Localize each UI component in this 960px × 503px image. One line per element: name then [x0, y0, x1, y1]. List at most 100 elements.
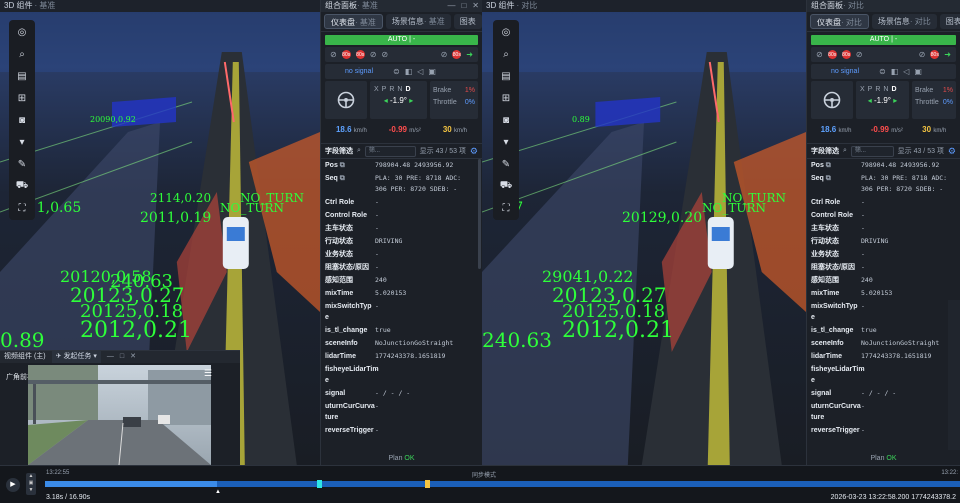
- left-panel-title: 组合面板: [325, 1, 357, 10]
- timeline-progress: [45, 481, 218, 487]
- field-key: Control Role: [811, 212, 853, 219]
- gear-selector: XPRND: [860, 86, 905, 93]
- marker-cyan[interactable]: [317, 480, 322, 488]
- field-row: 阻塞状态/原因 -: [811, 261, 956, 274]
- copy-icon[interactable]: ⧉: [824, 162, 831, 169]
- frame-icon[interactable]: ⛶: [13, 200, 31, 216]
- scrollbar[interactable]: [478, 159, 481, 269]
- document-icon[interactable]: ▤: [13, 68, 31, 84]
- tab-dashboard[interactable]: 仪表盘· 基准: [324, 14, 383, 29]
- field-value: -: [861, 263, 865, 271]
- field-key: 行动状态: [325, 238, 353, 245]
- playhead-icon[interactable]: ▲: [215, 489, 221, 495]
- speed-unit: km/h: [838, 127, 852, 134]
- cup-icon[interactable]: ▾: [13, 134, 31, 150]
- foglight-icon: ◧: [404, 67, 413, 76]
- field-value: true: [375, 326, 391, 334]
- copy-icon[interactable]: ⧉: [338, 175, 345, 182]
- filter-search-input[interactable]: 筛...: [850, 145, 894, 157]
- timeline-start: 13:22:55: [46, 470, 70, 476]
- settings-icon[interactable]: ⚙: [948, 146, 956, 157]
- side-dock[interactable]: [948, 300, 960, 450]
- filter-search-input[interactable]: 筛...: [364, 145, 416, 157]
- scene-label: 240.63: [110, 271, 173, 292]
- timeline-track[interactable]: ▲: [45, 480, 960, 495]
- copy-icon[interactable]: ⧉: [338, 162, 345, 169]
- left-view-header: 3D 组件 · 基准: [0, 0, 320, 12]
- minimize-icon[interactable]: —: [447, 0, 455, 12]
- ruler-icon[interactable]: ✎: [13, 156, 31, 172]
- field-row: fisheyeLidarTim e-: [811, 363, 956, 387]
- copy-icon[interactable]: ⧉: [824, 175, 831, 182]
- field-value: -: [861, 250, 865, 258]
- hazard-icon: ▣: [914, 67, 922, 76]
- play-button[interactable]: ▶: [6, 478, 20, 492]
- field-key: 感知范围: [811, 277, 839, 284]
- tab-scene-info-sub: · 基准: [423, 17, 445, 26]
- grid-icon[interactable]: ⊞: [13, 90, 31, 106]
- camera-icon[interactable]: ◙: [497, 112, 515, 128]
- sync-mode[interactable]: 同步模式: [472, 470, 496, 479]
- field-row: Seq ⧉ PLA: 30 PRE: 8718 ADC: 306 PER: 872…: [325, 172, 478, 196]
- settings-icon[interactable]: ⚙: [470, 146, 478, 157]
- search-icon[interactable]: ⌕: [13, 46, 31, 62]
- foglight-icon: ◧: [890, 67, 899, 76]
- speed-unit: km/h: [353, 127, 367, 134]
- limit-unit: km/h: [933, 127, 947, 134]
- scene-label: 0.89: [0, 328, 45, 352]
- left-view-title: 3D 组件: [4, 1, 33, 10]
- maximize-icon[interactable]: □: [461, 0, 466, 12]
- camera-icon[interactable]: ◙: [13, 112, 31, 128]
- target-icon[interactable]: ◎: [13, 24, 31, 40]
- vehicle-state: XPRND ◂ -1.9° ▸ Brake 1% Throttle 0%: [811, 81, 956, 119]
- accel-value: -0.99 m/s²: [389, 125, 421, 134]
- plan-status: Plan OK: [321, 455, 482, 462]
- cup-icon[interactable]: ▾: [497, 134, 515, 150]
- tab-dashboard[interactable]: 仪表盘· 对比: [810, 14, 869, 29]
- traffic-light-row: ⊘ 80s 80s ⊘ ⊘ ⊘ 80s ➜: [325, 47, 478, 62]
- maximize-icon[interactable]: □: [120, 351, 124, 363]
- blue-object: [595, 97, 661, 127]
- field-key: Seq ⧉: [811, 175, 831, 182]
- marker-yellow[interactable]: [425, 480, 430, 488]
- minimize-icon[interactable]: —: [107, 351, 114, 363]
- tab-scene-info[interactable]: 场景信息· 基准: [385, 14, 451, 29]
- close-icon[interactable]: ✕: [472, 0, 479, 12]
- document-icon[interactable]: ▤: [497, 68, 515, 84]
- scene-label: 29041,0.22: [542, 267, 634, 286]
- brake-label: Brake: [915, 87, 934, 94]
- field-row: lidarTime 1774243378.1651819: [811, 350, 956, 363]
- field-row: Ctrl Role -: [325, 196, 478, 209]
- tab-chart[interactable]: 图表: [939, 14, 960, 29]
- field-key: 阻塞状态/原因: [811, 264, 855, 271]
- field-key: 业务状态: [811, 251, 839, 258]
- menu-icon[interactable]: ☰: [204, 368, 212, 379]
- grid-icon[interactable]: ⊞: [497, 90, 515, 106]
- scene-label: 20125,0.18: [80, 301, 183, 322]
- field-value: -: [861, 302, 865, 310]
- car-icon[interactable]: ⛟: [497, 178, 515, 194]
- gear-box: XPRND ◂ -1.9° ▸: [370, 81, 427, 119]
- field-row: sceneInfo NoJunctionGoStraight: [325, 337, 478, 350]
- field-key: signal: [811, 390, 832, 397]
- close-icon[interactable]: ✕: [130, 351, 136, 363]
- vehicle-state: XPRND ◂ -1.9° ▸ Brake 1% Throttle 0%: [325, 81, 478, 119]
- field-row: mixSwitchTyp e-: [811, 300, 956, 324]
- car-icon[interactable]: ⛟: [13, 178, 31, 194]
- filter-title: 字段筛选: [811, 148, 839, 155]
- speed-control[interactable]: ▲ ▣ ▼: [26, 473, 36, 495]
- frame-icon[interactable]: ⛶: [497, 200, 515, 216]
- target-icon[interactable]: ◎: [497, 24, 515, 40]
- tab-scene-info[interactable]: 场景信息· 对比: [871, 14, 937, 29]
- field-row: reverseTrigger -: [325, 424, 478, 437]
- tab-chart[interactable]: 图表: [453, 14, 482, 29]
- field-key: Ctrl Role: [811, 199, 841, 206]
- throttle-label: Throttle: [433, 99, 457, 106]
- right-3d-scene[interactable]: 2012,0.21 20123,0.27 20125,0.18 29041,0.22 2…: [482, 12, 806, 465]
- left-combo-panel: 组合面板 · 基准 — □ ✕ 仪表盘· 基准 场景信息· 基准 图表 + AU…: [320, 0, 482, 465]
- search-icon[interactable]: ⌕: [497, 46, 515, 62]
- task-select[interactable]: ✈ 发起任务 ▾: [51, 351, 101, 363]
- ruler-icon[interactable]: ✎: [497, 156, 515, 172]
- field-key: fisheyeLidarTim e: [325, 366, 379, 384]
- field-row: Pos ⧉ 798904.48 2493956.92: [325, 159, 478, 172]
